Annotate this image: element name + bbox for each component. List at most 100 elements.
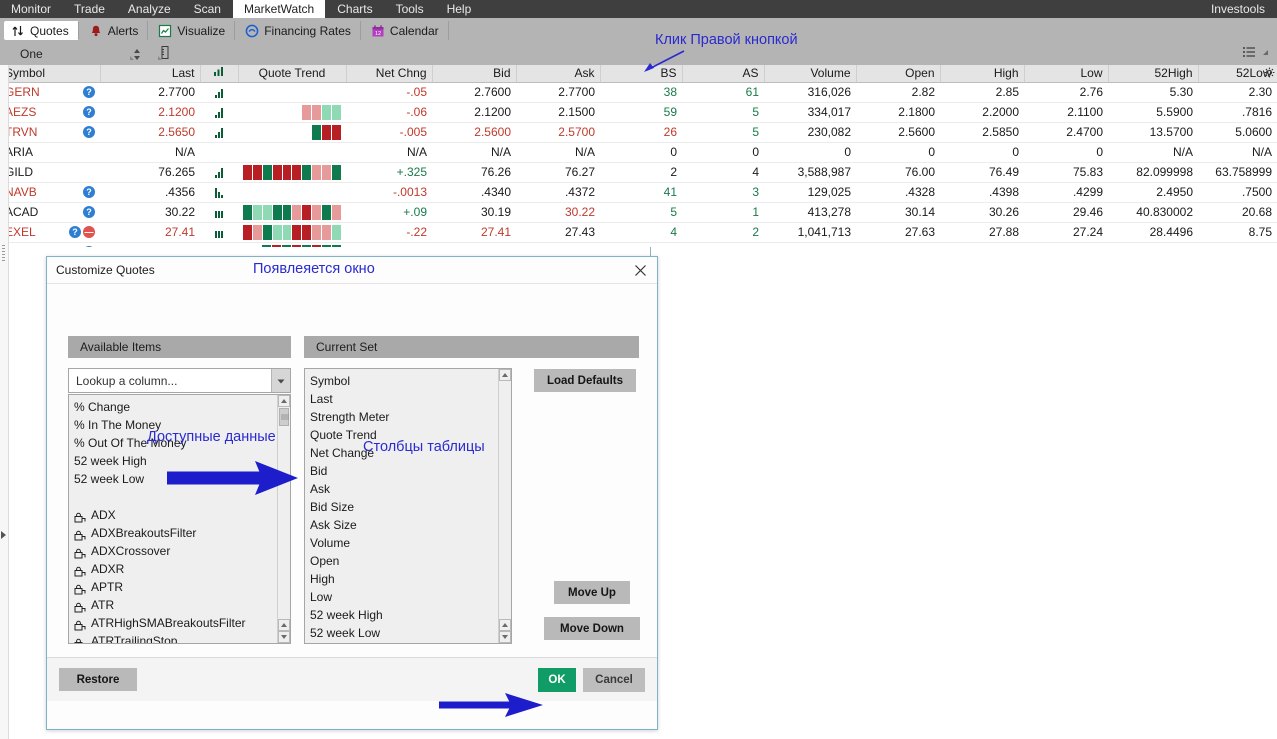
no-entry-icon[interactable]: —	[83, 226, 95, 238]
scroll-up-button-available-2[interactable]	[278, 619, 290, 631]
current-set-item[interactable]: Volume	[310, 534, 498, 552]
current-set-item[interactable]: Strength Meter	[310, 408, 498, 426]
scroll-down-button-current[interactable]	[499, 631, 511, 643]
current-set-list[interactable]: Symbol Last Strength Meter Quote Trend Net C…	[304, 368, 512, 644]
tab-alerts[interactable]: Alerts	[83, 21, 149, 40]
panel-corner-arrow-icon[interactable]	[1261, 45, 1269, 63]
list-icon-top[interactable]	[1242, 45, 1257, 63]
current-set-item[interactable]: Last	[310, 390, 498, 408]
rail-expand-arrow-icon[interactable]	[1, 531, 6, 539]
current-set-scrollbar[interactable]	[498, 369, 511, 643]
info-question-icon[interactable]: ?	[83, 206, 95, 218]
menu-item-tools[interactable]: Tools	[385, 0, 436, 18]
current-set-item[interactable]: 52 week High	[310, 606, 498, 624]
column-header-volume[interactable]: Volume	[764, 65, 857, 83]
chevron-down-icon[interactable]	[271, 369, 290, 392]
column-header-open[interactable]: Open	[856, 65, 941, 83]
info-question-icon[interactable]: ?	[83, 86, 95, 98]
available-item[interactable]: ADXR	[74, 560, 277, 578]
close-icon[interactable]	[629, 259, 651, 281]
menu-item-monitor[interactable]: Monitor	[0, 0, 64, 18]
available-item[interactable]: ATR	[74, 596, 277, 614]
available-item[interactable]: ATRHighSMABreakoutsFilter	[74, 614, 277, 632]
spinner-up-down-icon[interactable]	[129, 45, 145, 63]
available-item[interactable]: ADXBreakoutsFilter	[74, 524, 277, 542]
current-set-item[interactable]: Ask Size	[310, 516, 498, 534]
column-header-h52[interactable]: 52High	[1108, 65, 1199, 83]
table-row[interactable]: NAVB? .4356 -.0013.4340.4372 41 3 129,025.432…	[0, 182, 1277, 203]
info-question-icon[interactable]: ?	[83, 106, 95, 118]
scrollbar-thumb-available[interactable]	[279, 408, 289, 426]
table-row[interactable]: GILD 76.265 +.325 76.26 76.27 2 4 3,588,987 76.0…	[0, 162, 1277, 183]
info-question-icon[interactable]: ?	[83, 186, 95, 198]
menu-item-scan[interactable]: Scan	[183, 0, 233, 18]
scroll-up-button-available[interactable]	[278, 395, 290, 407]
tab-financing-rates[interactable]: Financing Rates	[239, 21, 361, 40]
available-item[interactable]: APTR	[74, 578, 277, 596]
ok-button[interactable]: OK	[538, 667, 576, 692]
load-defaults-button[interactable]: Load Defaults	[534, 369, 636, 392]
column-header-as[interactable]: AS	[682, 65, 765, 83]
current-set-item[interactable]: Bid Size	[310, 498, 498, 516]
current-set-item[interactable]: High	[310, 570, 498, 588]
menu-item-charts[interactable]: Charts	[326, 0, 385, 18]
symbol-label[interactable]: GILD	[5, 165, 33, 179]
available-items-scrollbar[interactable]	[277, 395, 290, 643]
tab-quotes[interactable]: Quotes	[4, 21, 79, 40]
table-row[interactable]: GERN? 2.7700 -.05 2.7600 2.7700 38 61 316,026 2.…	[0, 82, 1277, 103]
menu-item-investools[interactable]: Investools	[1200, 0, 1277, 18]
column-header-strength[interactable]	[200, 65, 239, 83]
menu-item-help[interactable]: Help	[436, 0, 484, 18]
table-row[interactable]: AEZS? 2.1200 -.06 2.1200 2.1500 59 5 334,017 2.1…	[0, 102, 1277, 123]
available-item[interactable]: ATRTrailingStop	[74, 632, 277, 643]
info-question-icon[interactable]: ?	[69, 226, 81, 238]
move-down-button[interactable]: Move Down	[544, 617, 640, 640]
column-header-netchng[interactable]: Net Chng	[346, 65, 433, 83]
symbol-label[interactable]: ACAD	[5, 205, 38, 219]
symbol-label[interactable]: EXEL	[5, 225, 36, 239]
table-row[interactable]: ARIA N/A N/A N/A N/A 0 0 0 0 0 0 N/A N/A	[0, 142, 1277, 163]
column-header-symbol[interactable]: Symbol	[0, 65, 101, 83]
current-set-item[interactable]: Bid	[310, 462, 498, 480]
scroll-down-button-available[interactable]	[278, 631, 290, 643]
symbol-label[interactable]: AEZS	[5, 105, 36, 119]
gear-icon[interactable]	[1264, 67, 1275, 81]
table-row[interactable]: ACAD? 30.22 +.09 30.19 30.22 5 1 413,278 30.14 30…	[0, 202, 1277, 223]
symbol-label[interactable]: ARIA	[5, 145, 33, 159]
lookup-column-combobox[interactable]: Lookup a column...	[68, 368, 291, 393]
info-question-icon[interactable]: ?	[83, 126, 95, 138]
watchlist-name[interactable]: One	[20, 47, 43, 61]
scroll-up-button-current[interactable]	[499, 369, 511, 381]
current-set-item[interactable]: Ask	[310, 480, 498, 498]
scroll-up-button-current-2[interactable]	[499, 619, 511, 631]
table-row[interactable]: TRVN? 2.5650 -.005 2.5600 2.5700 26 5 230,082 2.…	[0, 122, 1277, 143]
symbol-label[interactable]: TRVN	[5, 125, 37, 139]
current-set-item[interactable]: Open	[310, 552, 498, 570]
available-item[interactable]: ADX	[74, 506, 277, 524]
tab-calendar[interactable]: 12 Calendar	[365, 21, 449, 40]
symbol-label[interactable]: NAVB	[5, 185, 37, 199]
cancel-button[interactable]: Cancel	[583, 667, 645, 692]
column-header-last[interactable]: Last	[100, 65, 201, 83]
restore-button[interactable]: Restore	[59, 668, 137, 691]
tab-visualize[interactable]: Visualize	[152, 21, 236, 40]
menu-item-trade[interactable]: Trade	[63, 0, 117, 18]
rail-grip-handle[interactable]	[2, 245, 5, 261]
menu-item-analyze[interactable]: Analyze	[117, 0, 183, 18]
ruler-icon[interactable]	[157, 44, 173, 65]
current-set-item[interactable]: Low	[310, 588, 498, 606]
move-up-button[interactable]: Move Up	[554, 581, 630, 604]
column-header-bid[interactable]: Bid	[432, 65, 517, 83]
current-set-item[interactable]: Symbol	[310, 372, 498, 390]
column-header-ask[interactable]: Ask	[516, 65, 601, 83]
column-header-trend[interactable]: Quote Trend	[238, 65, 347, 83]
table-row[interactable]: EXEL? —27.41 -.22 27.41 27.43 4 2 1,041,713 27.6…	[0, 222, 1277, 243]
symbol-label[interactable]: GERN	[5, 85, 40, 99]
column-header-low[interactable]: Low	[1024, 65, 1109, 83]
menu-item-marketwatch[interactable]: MarketWatch	[232, 0, 327, 18]
current-set-item[interactable]: 52 week Low	[310, 624, 498, 642]
column-header-high[interactable]: High	[940, 65, 1025, 83]
column-header-l52[interactable]: 52Low	[1198, 65, 1277, 83]
available-item[interactable]: % Change	[74, 398, 277, 416]
available-item[interactable]: ADXCrossover	[74, 542, 277, 560]
